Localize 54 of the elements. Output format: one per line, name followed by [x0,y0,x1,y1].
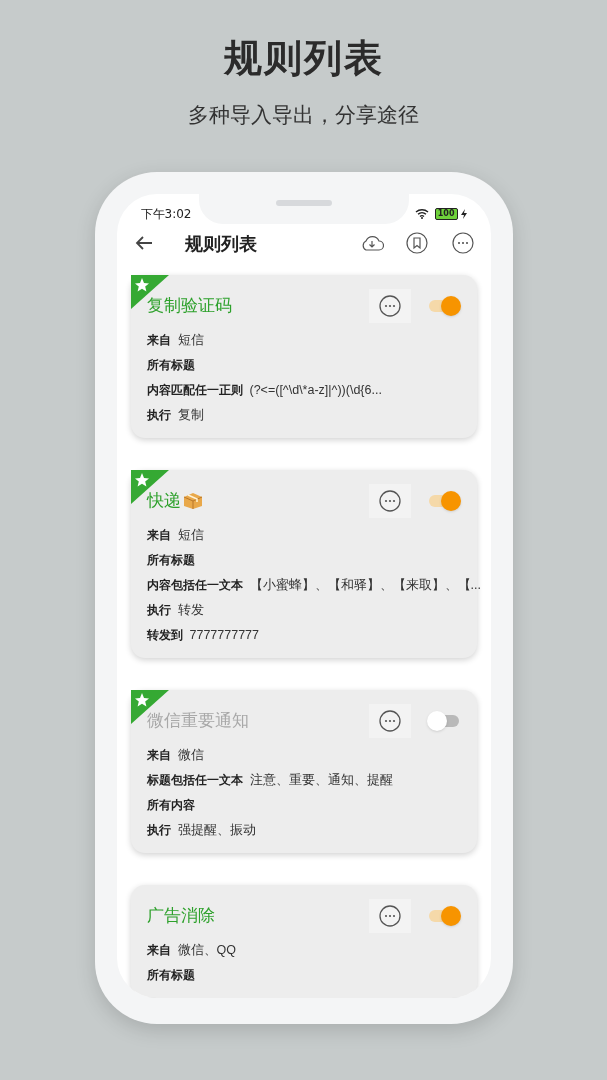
condition-label: 来自 [146,942,171,959]
condition-label: 转发到 [146,627,183,644]
subheadline: 多种导入导出，分享途径 [188,102,419,129]
condition-label: 所有内容 [146,797,195,814]
charging-icon [460,209,467,219]
condition-label: 来自 [146,527,171,544]
rule-title: 快递 [146,489,181,513]
condition-value: 复制 [177,407,204,424]
condition-label: 所有标题 [146,357,195,374]
condition-label: 内容匹配任一正则 [146,382,243,399]
more-options-button[interactable] [368,289,411,323]
page-title: 规则列表 [184,232,258,256]
battery-level: 100 [434,208,458,220]
condition-value: 短信 [177,527,204,544]
condition-label: 所有标题 [146,552,195,569]
condition-value: 7777777777 [189,627,260,644]
more-icon [378,905,401,927]
more-options-button[interactable] [368,899,411,933]
condition-label: 内容包括任一文本 [146,577,243,594]
rule-title: 复制验证码 [146,294,232,318]
condition-value: 微信 [177,747,204,764]
condition-label: 所有标题 [146,967,195,984]
rule-card[interactable]: 广告消除 来自 微信、QQ 所有标题 [130,885,477,998]
condition-label: 执行 [146,822,171,839]
condition-value: 转发 [177,602,204,619]
rule-title: 广告消除 [146,904,215,928]
bookmark-icon [405,232,428,255]
condition-value: 微信、QQ [177,942,236,959]
rule-card[interactable]: 微信重要通知 来自 微信 标题包括任一文本 注意、重要、通知、提醒 所有内容 执行 强提醒、振动 [130,690,477,853]
more-icon [451,232,474,255]
more-icon [378,490,401,512]
more-icon [378,710,401,732]
condition-label: 执行 [146,407,171,424]
more-button[interactable] [450,231,475,256]
more-options-button[interactable] [368,484,411,518]
condition-label: 执行 [146,602,171,619]
condition-value: 强提醒、振动 [177,822,256,839]
status-time: 下午3:02 [140,206,193,223]
condition-label: 标题包括任一文本 [146,772,243,789]
headline: 规则列表 [223,35,384,82]
toggle-switch[interactable] [426,709,461,733]
bookmark-button[interactable] [404,231,429,256]
more-icon [378,295,401,317]
more-options-button[interactable] [368,704,411,738]
condition-value: 注意、重要、通知、提醒 [249,772,393,789]
condition-value: (?<=([^\d\*a-z]|^))(\d{6... [249,382,382,399]
rule-card[interactable]: 复制验证码 来自 短信 所有标题 内容匹配任一正则 (?<=([^\d\*a-z]|^))(\d{6... 执行 复制 [130,275,477,438]
condition-value: 短信 [177,332,204,349]
back-arrow-icon [134,235,153,252]
rule-title: 微信重要通知 [146,709,249,733]
speaker-grille [275,200,332,206]
condition-label: 来自 [146,747,171,764]
wifi-icon [414,208,429,220]
condition-label: 来自 [146,332,171,349]
